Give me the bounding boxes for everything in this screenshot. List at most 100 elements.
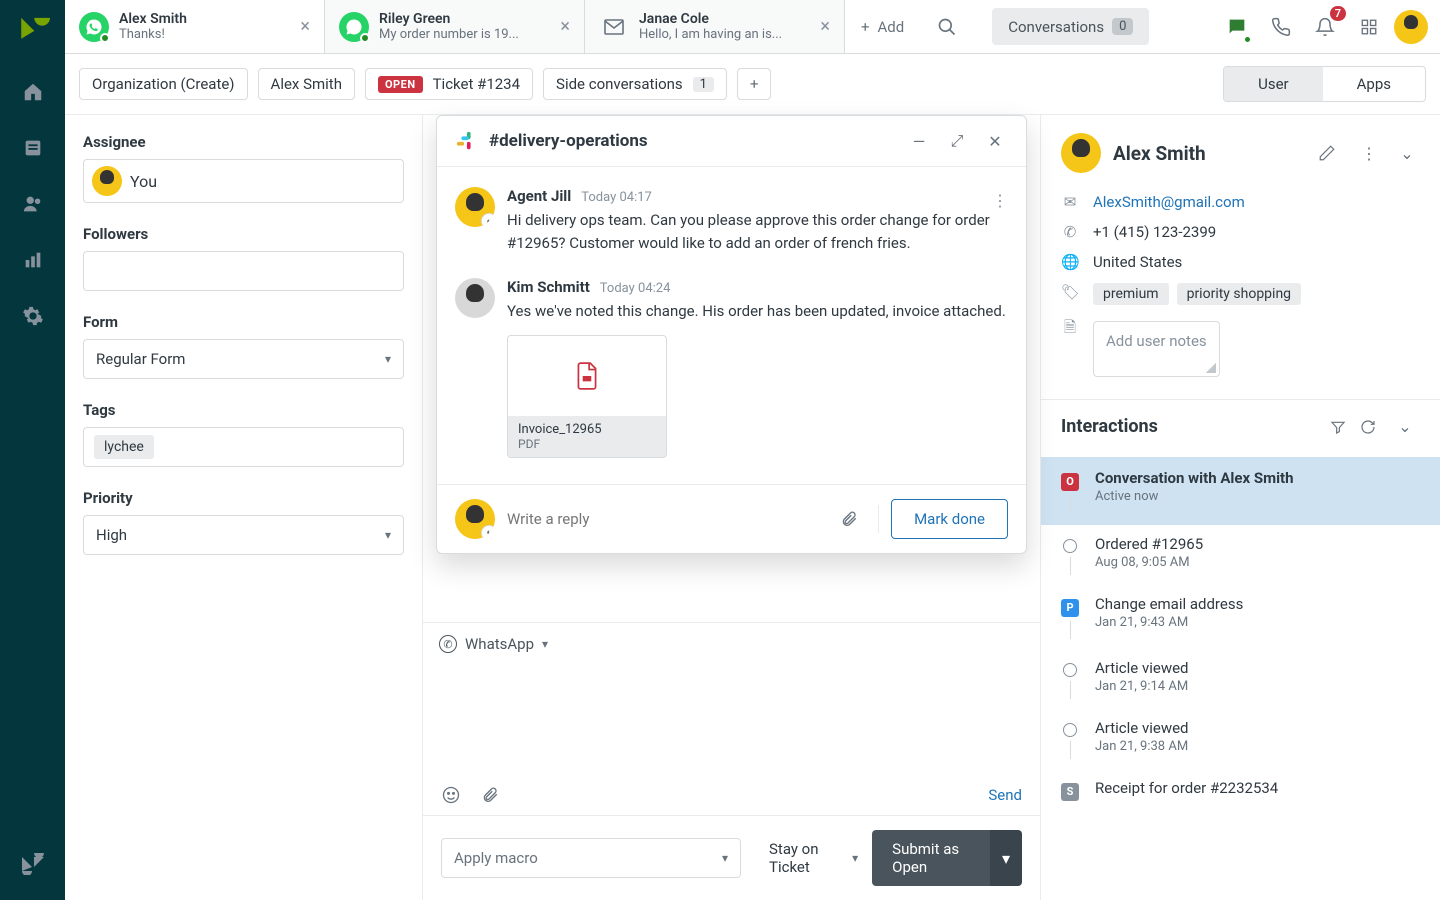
whatsapp-icon: ✆: [439, 635, 457, 653]
notifications-icon[interactable]: 7: [1306, 8, 1344, 46]
message-author: Agent Jill: [507, 187, 571, 205]
tags-field[interactable]: lychee: [83, 427, 404, 467]
nav-views-icon[interactable]: [11, 126, 55, 170]
macro-select[interactable]: Apply macro ▾: [441, 838, 741, 878]
priority-select[interactable]: High ▾: [83, 515, 404, 555]
filter-icon[interactable]: [1330, 419, 1360, 435]
current-user-avatar: ◐: [455, 499, 495, 539]
plus-icon: +: [861, 18, 870, 36]
user-name: Alex Smith: [1113, 142, 1306, 165]
breadcrumb-ticket[interactable]: OPEN Ticket #1234: [365, 68, 533, 100]
close-icon[interactable]: ×: [820, 16, 830, 37]
interaction-item[interactable]: Article viewedJan 21, 9:14 AM: [1061, 649, 1420, 709]
context-panel-toggle: User Apps: [1223, 66, 1426, 102]
interaction-item[interactable]: Ordered #12965Aug 08, 9:05 AM: [1061, 525, 1420, 585]
followers-label: Followers: [83, 225, 404, 243]
chevron-down-icon[interactable]: ⌄: [1390, 417, 1420, 436]
segment-user[interactable]: User: [1224, 67, 1323, 101]
attachment-icon[interactable]: [832, 510, 866, 528]
user-notes-textarea[interactable]: Add user notes: [1093, 321, 1220, 377]
close-icon[interactable]: ✕: [982, 132, 1008, 151]
chevron-down-icon[interactable]: ⌄: [1394, 144, 1420, 163]
interaction-item[interactable]: Receipt for order #2232534: [1061, 769, 1420, 811]
message-time: Today 04:24: [600, 281, 671, 296]
zendesk-product-switcher-icon[interactable]: [11, 840, 55, 884]
submit-dropdown-button[interactable]: ▾: [990, 830, 1022, 886]
notification-count: 7: [1330, 6, 1346, 21]
interactions-title: Interactions: [1061, 416, 1330, 437]
conversation-tabs: Alex Smith Thanks! × Riley Green My orde…: [65, 0, 1440, 54]
interaction-item[interactable]: Article viewedJan 21, 9:38 AM: [1061, 709, 1420, 769]
segment-apps[interactable]: Apps: [1323, 67, 1425, 101]
chat-status-icon[interactable]: [1218, 8, 1256, 46]
ticket-nav-bar: Organization (Create) Alex Smith OPEN Ti…: [65, 54, 1440, 115]
composer-textarea[interactable]: [423, 665, 1040, 775]
chevron-down-icon: ▾: [1002, 849, 1010, 868]
conversations-button[interactable]: Conversations 0: [992, 8, 1149, 45]
followers-field[interactable]: [83, 251, 404, 291]
tab-preview: Thanks!: [119, 27, 187, 42]
interactions-panel: Interactions ⌄ Conversation with Alex Sm…: [1041, 399, 1440, 900]
breadcrumb-user[interactable]: Alex Smith: [258, 68, 355, 100]
tab-alex-smith[interactable]: Alex Smith Thanks! ×: [65, 0, 325, 53]
form-select[interactable]: Regular Form ▾: [83, 339, 404, 379]
send-button[interactable]: Send: [988, 786, 1022, 804]
nav-customers-icon[interactable]: [11, 182, 55, 226]
nav-home-icon[interactable]: [11, 70, 55, 114]
attachment-filetype: PDF: [518, 437, 656, 451]
edit-icon[interactable]: [1318, 144, 1344, 162]
chevron-down-icon: ▾: [852, 851, 858, 865]
add-tab-button[interactable]: + Add: [845, 0, 920, 53]
reply-input[interactable]: [507, 510, 820, 528]
tab-title: Alex Smith: [119, 11, 187, 27]
user-tag[interactable]: premium: [1093, 283, 1169, 305]
message-menu-icon[interactable]: ⋮: [992, 191, 1008, 210]
tab-preview: Hello, I am having an is...: [639, 27, 782, 42]
expand-icon[interactable]: ⤢: [944, 131, 970, 151]
conversation-panel: #delivery-operations — ⤢ ✕ ◐ Agent Jill: [423, 115, 1040, 900]
message-body: Hi delivery ops team. Can you please app…: [507, 209, 1008, 254]
refresh-icon[interactable]: [1360, 419, 1390, 435]
emoji-icon[interactable]: [441, 785, 461, 805]
kebab-menu-icon[interactable]: ⋮: [1356, 144, 1382, 163]
message-composer: ✆ WhatsApp ▾ Send Apply macro ▾: [423, 622, 1040, 900]
assignee-label: Assignee: [83, 133, 404, 151]
assignee-field[interactable]: You: [83, 159, 404, 203]
call-icon[interactable]: [1262, 8, 1300, 46]
side-conversation-panel: #delivery-operations — ⤢ ✕ ◐ Agent Jill: [436, 115, 1027, 554]
breadcrumb-org[interactable]: Organization (Create): [79, 68, 248, 100]
close-icon[interactable]: ×: [560, 16, 570, 37]
submit-button[interactable]: Submit as Open: [872, 830, 990, 886]
message-avatar: [455, 278, 495, 318]
add-side-conversation-button[interactable]: +: [737, 68, 771, 100]
user-email[interactable]: AlexSmith@gmail.com: [1093, 193, 1245, 211]
chevron-down-icon: ▾: [722, 851, 728, 865]
tab-riley-green[interactable]: Riley Green My order number is 19... ×: [325, 0, 585, 53]
current-user-avatar[interactable]: [1394, 10, 1428, 44]
submit-button-group: Submit as Open ▾: [872, 830, 1022, 886]
attachment[interactable]: Invoice_12965 PDF: [507, 335, 667, 458]
nav-admin-icon[interactable]: [11, 294, 55, 338]
side-conversations-pill[interactable]: Side conversations 1: [543, 68, 727, 100]
whatsapp-icon: [79, 12, 109, 42]
user-avatar: [1061, 133, 1101, 173]
interaction-item[interactable]: Change email addressJan 21, 9:43 AM: [1061, 585, 1420, 649]
nav-reporting-icon[interactable]: [11, 238, 55, 282]
assignee-avatar: [92, 166, 122, 196]
chevron-down-icon[interactable]: ▾: [542, 637, 548, 651]
whatsapp-icon: [339, 12, 369, 42]
mark-done-button[interactable]: Mark done: [891, 499, 1008, 539]
minimize-icon[interactable]: —: [906, 132, 932, 151]
attachment-icon[interactable]: [481, 786, 499, 804]
interaction-item[interactable]: Conversation with Alex SmithActive now: [1041, 457, 1440, 525]
stay-on-ticket-dropdown[interactable]: Stay on Ticket ▾: [769, 840, 858, 876]
close-icon[interactable]: ×: [300, 16, 310, 37]
apps-grid-icon[interactable]: [1350, 8, 1388, 46]
tab-janae-cole[interactable]: Janae Cole Hello, I am having an is... ×: [585, 0, 845, 53]
composer-channel[interactable]: WhatsApp: [465, 635, 534, 653]
message: Kim Schmitt Today 04:24 Yes we've noted …: [455, 266, 1008, 470]
tags-label: Tags: [83, 401, 404, 419]
search-button[interactable]: [920, 0, 974, 53]
tag-chip[interactable]: lychee: [94, 435, 154, 459]
user-tag[interactable]: priority shopping: [1177, 283, 1301, 305]
